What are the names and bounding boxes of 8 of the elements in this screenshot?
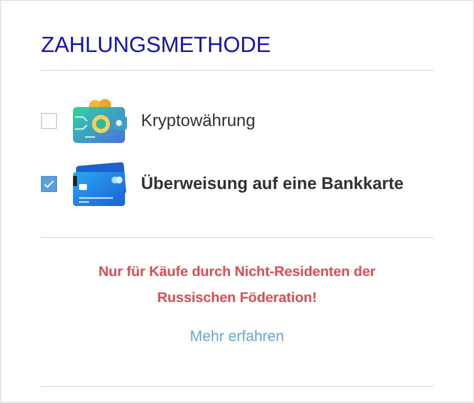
bitcoin-wallet-icon — [71, 99, 127, 143]
option-label[interactable]: Kryptowährung — [141, 111, 256, 131]
section-title: ZAHLUNGSMETHODE — [41, 31, 272, 59]
bank-card-icon — [71, 162, 127, 206]
warning-text: Nur für Käufe durch Nicht-Residenten der Russischen Föderation! — [98, 262, 376, 307]
checkbox[interactable] — [41, 113, 57, 129]
checkbox[interactable] — [41, 176, 57, 192]
option-label[interactable]: Überweisung auf eine Bankkarte — [141, 174, 404, 194]
